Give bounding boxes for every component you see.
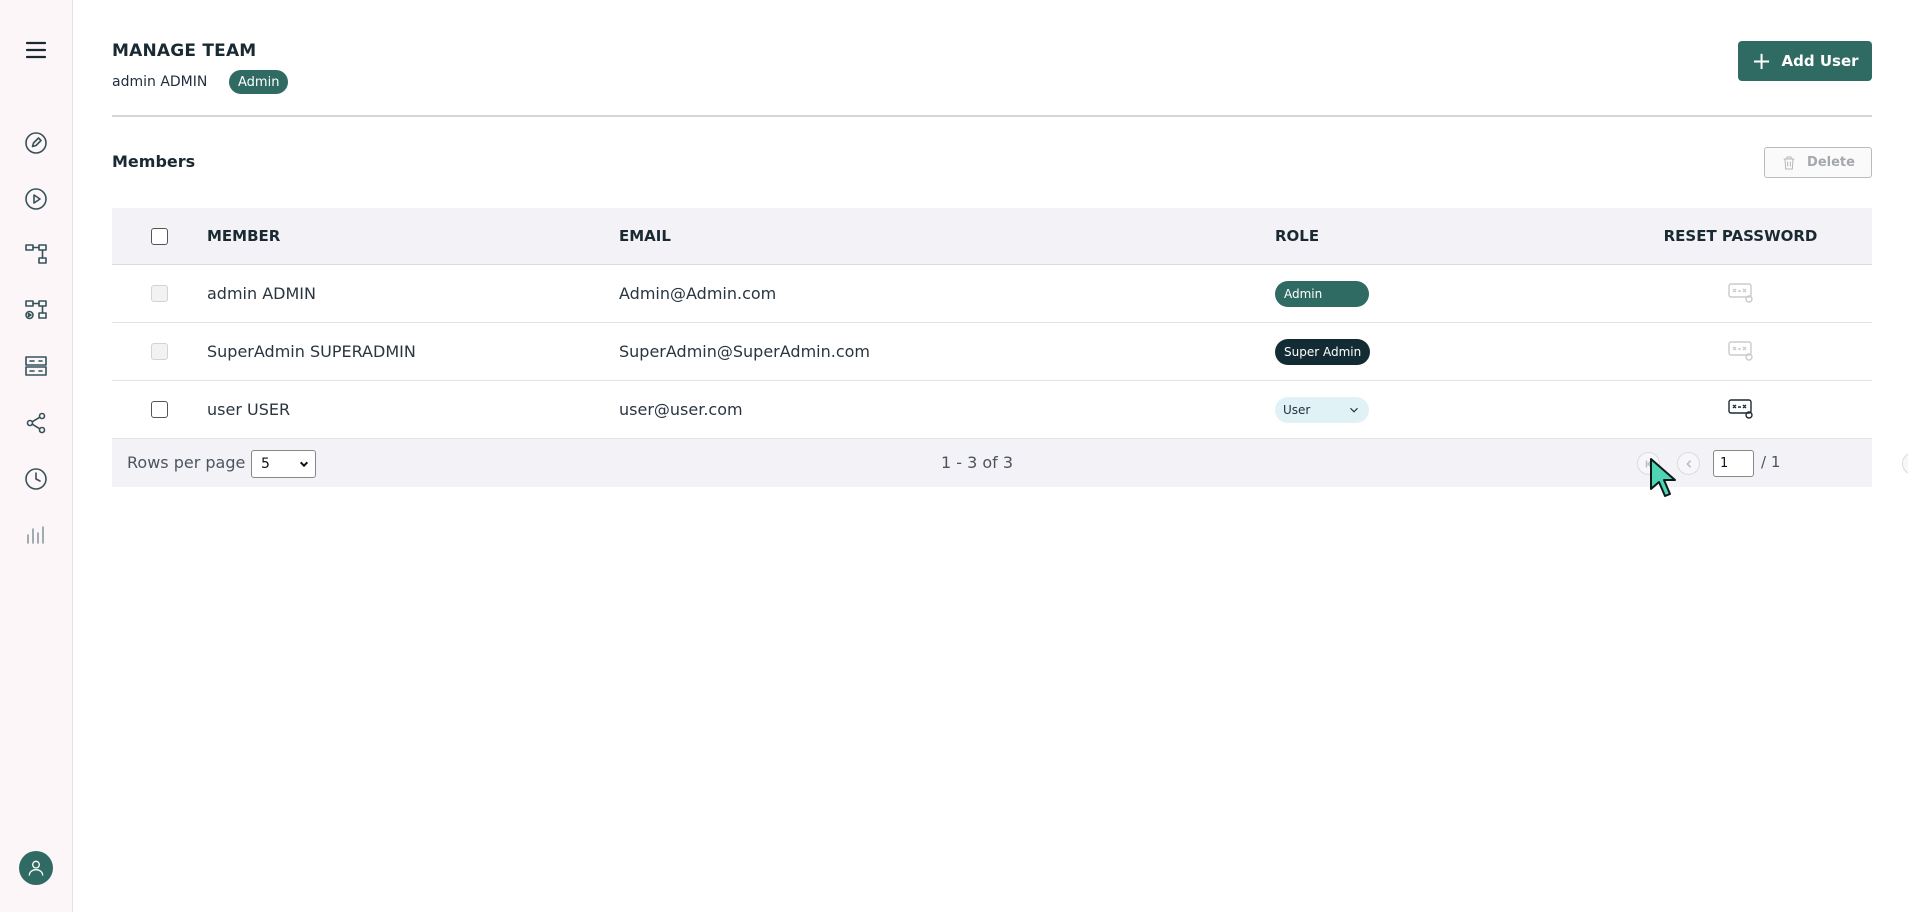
total-pages: / 1 (1761, 453, 1781, 471)
table-header: MEMBER EMAIL ROLE RESET PASSWORD (112, 208, 1872, 265)
table-row: admin ADMIN Admin@Admin.com Admin (112, 265, 1872, 323)
column-header-reset-password: RESET PASSWORD (1663, 227, 1818, 245)
sidebar (0, 0, 73, 912)
previous-page-button[interactable] (1677, 452, 1700, 475)
member-name: admin ADMIN (207, 284, 316, 303)
table-row: user USER user@user.com User (112, 381, 1872, 439)
reset-password-icon[interactable] (1727, 396, 1754, 424)
member-email: Admin@Admin.com (619, 284, 777, 303)
row-checkbox (151, 285, 168, 302)
pagination-range: 1 - 3 of 3 (941, 453, 1014, 472)
flow-icon[interactable] (22, 240, 50, 268)
chevron-left-icon (1685, 459, 1691, 468)
user-avatar-icon[interactable] (19, 851, 53, 885)
trash-icon (1783, 156, 1795, 169)
chevron-down-icon (299, 461, 309, 468)
select-all-checkbox[interactable] (151, 227, 168, 245)
role-badge: Super Admin (1275, 338, 1371, 365)
current-user-role-badge: Admin (229, 70, 289, 94)
table-row: SuperAdmin SUPERADMIN SuperAdmin@SuperAd… (112, 323, 1872, 381)
chevron-down-icon (1350, 407, 1358, 413)
page-number-input[interactable]: 1 (1713, 450, 1754, 477)
add-user-label: Add User (1781, 52, 1859, 70)
delete-label: Delete (1807, 155, 1855, 170)
rows-per-page-label: Rows per page (127, 453, 246, 472)
members-table: MEMBER EMAIL ROLE RESET PASSWORD admin A… (112, 208, 1908, 487)
row-checkbox[interactable] (151, 401, 168, 418)
pagination-bar: Rows per page 5 1 - 3 of 3 1 / 1 (112, 439, 1908, 487)
mouse-cursor-icon (1650, 458, 1676, 497)
member-email: SuperAdmin@SuperAdmin.com (619, 342, 870, 361)
role-select-value: User (1283, 402, 1311, 417)
rows-per-page-select[interactable]: 5 (251, 450, 316, 478)
member-name: user USER (207, 400, 291, 419)
row-checkbox (151, 343, 168, 360)
member-name: SuperAdmin SUPERADMIN (207, 342, 416, 361)
reset-password-icon (1727, 338, 1754, 366)
clock-icon[interactable] (22, 465, 50, 493)
rows-per-page-value: 5 (261, 456, 270, 472)
page-title: MANAGE TEAM (112, 41, 257, 61)
share-icon[interactable] (22, 409, 50, 437)
play-icon[interactable] (22, 185, 50, 213)
delete-button[interactable]: Delete (1764, 147, 1872, 178)
members-title: Members (112, 152, 196, 171)
role-badge: Admin (1275, 280, 1369, 307)
header-divider (112, 115, 1872, 117)
add-user-button[interactable]: + Add User (1738, 41, 1872, 81)
server-icon[interactable] (22, 352, 50, 380)
next-page-button[interactable] (1902, 452, 1908, 475)
media-flow-icon[interactable] (22, 296, 50, 324)
reset-password-icon (1727, 280, 1754, 308)
column-header-member[interactable]: MEMBER (207, 227, 619, 245)
member-email: user@user.com (619, 400, 743, 419)
column-header-email[interactable]: EMAIL (619, 227, 1275, 245)
column-header-role[interactable]: ROLE (1275, 227, 1609, 245)
menu-icon[interactable] (22, 36, 50, 64)
analytics-icon[interactable] (22, 521, 50, 549)
role-select[interactable]: User (1275, 396, 1369, 423)
current-user-name: admin ADMIN (112, 74, 208, 90)
edit-icon[interactable] (22, 129, 50, 157)
plus-icon: + (1751, 47, 1772, 75)
